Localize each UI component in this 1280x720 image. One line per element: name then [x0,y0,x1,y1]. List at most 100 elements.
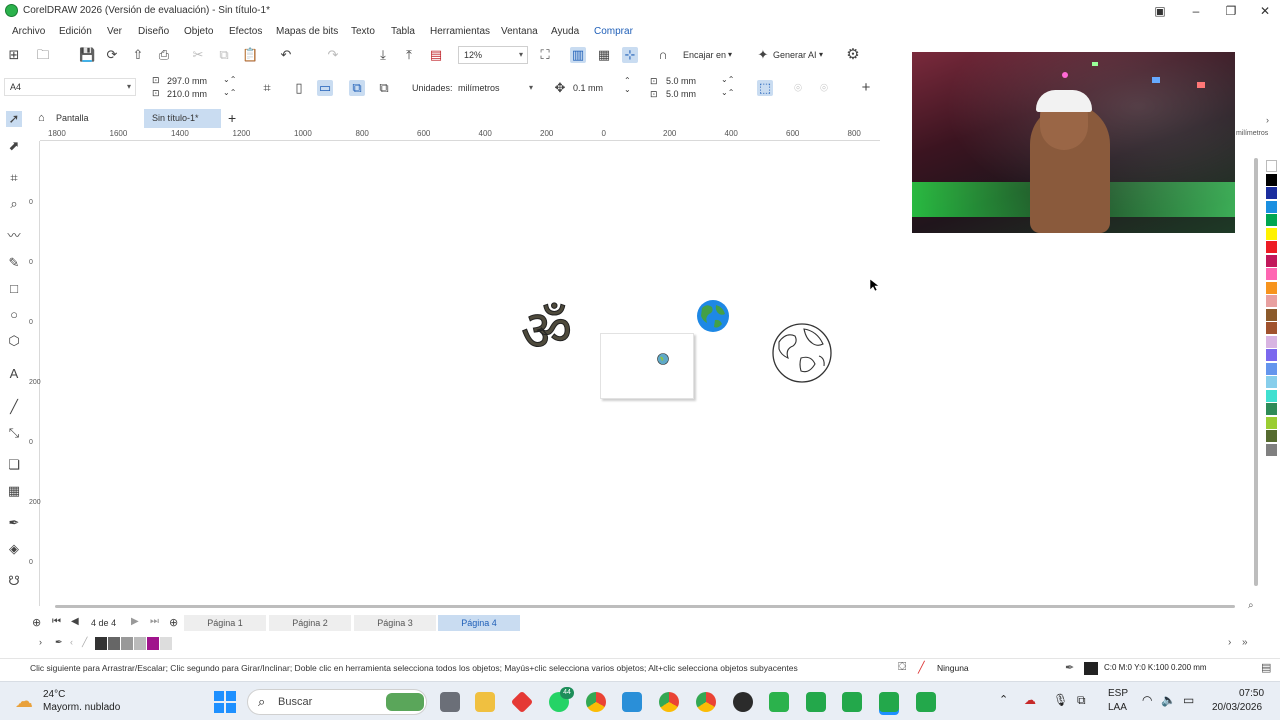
last-page-icon[interactable]: ⏭ [150,616,159,627]
palette-swatch[interactable] [1266,376,1277,388]
zoom-select[interactable]: 12% ▾ [458,46,528,64]
page-tab-3[interactable]: Página 3 [354,615,436,631]
microphone-icon[interactable]: 🎙 [1053,693,1068,707]
palette-swatch[interactable] [1266,173,1277,186]
artistic-media-icon[interactable]: ✎ [6,255,22,271]
new-document-icon[interactable]: ⊞ [6,47,22,63]
menu-herramientas[interactable]: Herramientas [430,26,490,37]
prev-page-icon[interactable]: ◀ [71,616,79,627]
freehand-tool-icon[interactable]: 〰 [6,228,22,244]
weather-temp[interactable]: 24°C [43,689,65,700]
palette-arrow-right-icon[interactable]: › [1266,115,1269,125]
units-select[interactable]: milímetros ▾ [452,79,538,97]
page-rectangle[interactable] [600,333,694,399]
smear-tool-icon[interactable]: ☋ [6,573,22,589]
volume-icon[interactable]: 🔈 [1161,693,1176,707]
menu-ver[interactable]: Ver [107,26,122,37]
line-tool-icon[interactable]: ╱ [6,399,22,415]
spin-arrows-icon[interactable]: ⌄⌃ [223,88,236,97]
tab-home[interactable]: ⌂ Pantalla de inicio [32,109,89,161]
document-palette-swatch[interactable] [147,637,159,650]
paste-icon[interactable]: 📋 [242,47,258,63]
language-code[interactable]: ESP [1108,688,1128,699]
palette-swatch[interactable] [1266,200,1277,213]
palette-swatch[interactable] [1266,281,1277,294]
text-tool-icon[interactable]: A [6,366,22,382]
clock-date[interactable]: 20/03/2026 [1212,702,1262,713]
fill-tool-icon[interactable]: ◈ [6,541,22,557]
menu-edicion[interactable]: Edición [59,26,92,37]
vertical-ruler[interactable]: 0002000200000 [28,141,41,626]
new-tab-icon[interactable]: + [228,109,236,128]
minimize-button[interactable]: – [1188,3,1204,19]
menu-tabla[interactable]: Tabla [391,26,415,37]
transparency-tool-icon[interactable]: ▦ [6,483,22,499]
palette-swatch[interactable] [1266,160,1277,172]
fit-page-icon[interactable]: ⌗ [259,80,275,96]
expand-arrow-icon[interactable]: › [39,637,42,647]
spin-arrows-icon[interactable]: ⌃ ⌄ [624,76,631,94]
page-size-select[interactable]: A4 ▾ [4,78,136,96]
ellipse-tool-icon[interactable]: ○ [6,307,22,323]
coreldraw-window-2-icon[interactable] [806,692,826,712]
zoom-navigator-icon[interactable]: ⌕ [1248,600,1254,611]
tray-app-icon[interactable]: ☁ [1024,693,1036,707]
tray-chevron-up-icon[interactable]: ⌃ [999,693,1008,706]
landscape-icon[interactable]: ▭ [317,80,333,96]
menu-comprar[interactable]: Comprar [594,26,633,37]
open-icon[interactable]: 🗀 [35,47,51,63]
chrome-profile-2-icon[interactable] [696,692,716,712]
clock-time[interactable]: 07:50 [1239,688,1264,699]
palette-swatch[interactable] [1266,227,1277,240]
page-tab-4[interactable]: Página 4 [438,615,520,631]
nudge-field[interactable]: 0.1 mm [573,83,603,93]
palette-swatch[interactable] [1266,295,1277,307]
wifi-icon[interactable]: ◠ [1142,693,1152,707]
document-palette-swatch[interactable] [108,637,120,650]
pick-tool-icon[interactable]: ➚ [6,111,22,127]
document-palette-swatch[interactable] [134,637,146,650]
expand-right-icon[interactable]: » [1242,637,1248,648]
tab-document[interactable]: Sin título-1* [144,109,221,128]
add-page-before-icon[interactable]: ⊕ [32,616,41,629]
print-icon[interactable]: ⎙ [156,47,172,63]
eyedropper-icon[interactable]: ✒ [55,637,63,648]
polygon-tool-icon[interactable]: ⬡ [6,333,22,349]
spin-arrows-icon[interactable]: ⌄⌃ [721,75,734,84]
menu-texto[interactable]: Texto [351,26,375,37]
horizontal-ruler[interactable]: 1800 1600 1400 1200 1000 800 600 400 200 0 200 400 6… [40,129,880,141]
import-icon[interactable]: ⤓ [375,47,391,63]
palette-swatch[interactable] [1266,254,1277,267]
document-palette-swatch[interactable] [160,637,172,650]
add-page-after-icon[interactable]: ⊕ [169,616,178,629]
snap-to-dropdown[interactable]: Encajar en [683,50,726,60]
current-page-icon[interactable]: ⧉ [376,80,392,96]
menu-diseno[interactable]: Diseño [138,26,169,37]
cut-icon[interactable]: ✂ [190,47,206,63]
menu-archivo[interactable]: Archivo [12,26,45,37]
next-page-icon[interactable]: ▶ [131,616,139,627]
menu-ayuda[interactable]: Ayuda [551,26,579,37]
all-pages-icon[interactable]: ⧉ [349,80,365,96]
page-height-field[interactable]: 210.0 mm [167,89,207,99]
undo-icon[interactable]: ↶ [278,47,294,63]
task-view-icon[interactable] [440,692,460,712]
document-palette-swatch[interactable] [95,637,107,650]
shape-tool-icon[interactable]: ⬈ [6,138,22,154]
app-red-diamond-icon[interactable] [510,690,534,714]
scroll-right-icon[interactable]: › [1228,637,1231,648]
rulers-icon[interactable]: ▥ [570,47,586,63]
palette-swatch[interactable] [1266,214,1277,226]
page-tab-1[interactable]: Página 1 [184,615,266,631]
shadow-tool-icon[interactable]: ❏ [6,457,22,473]
file-explorer-icon[interactable] [475,692,495,712]
palette-swatch[interactable] [1266,430,1277,442]
maximize-button[interactable]: ❐ [1223,3,1239,19]
page-tab-2[interactable]: Página 2 [269,615,351,631]
windows-start-icon[interactable] [214,691,236,713]
earth-globe-icon[interactable] [696,299,730,333]
save-icon[interactable]: 💾 [79,47,95,63]
no-color-swatch[interactable]: ╱ [82,637,87,648]
battery-icon[interactable]: ▭ [1183,693,1194,707]
status-options-icon[interactable]: ▤ [1261,661,1271,674]
